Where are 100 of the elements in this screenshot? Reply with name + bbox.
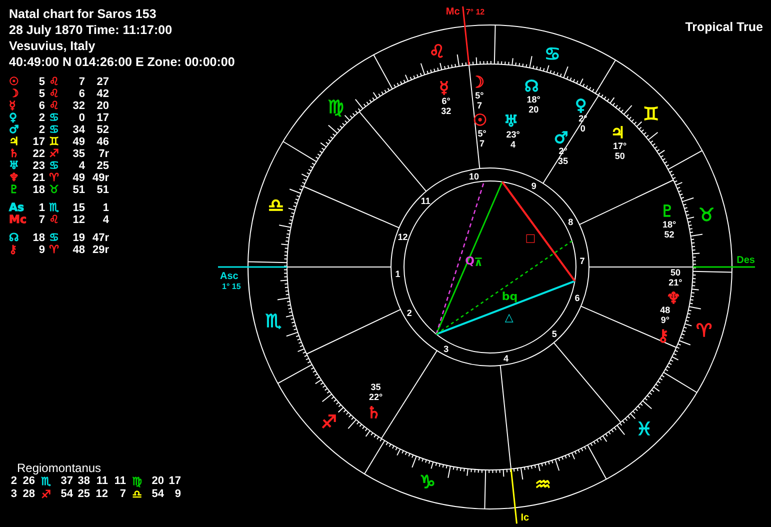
minute-value: 4 — [78, 160, 85, 172]
body-symbol: ♅ — [9, 160, 20, 172]
zodiac-sign: ♑ — [420, 472, 436, 494]
body-symbol: Mc — [9, 214, 25, 226]
angle-label: Ic — [520, 512, 530, 524]
angle-label: Mc — [446, 6, 460, 18]
house-system-title: Regiomontanus — [17, 461, 102, 475]
degree-value: 9 — [38, 244, 45, 256]
minute-label: 35 — [370, 382, 381, 392]
minute-value: 12 — [72, 214, 85, 226]
sign-symbol: ♋ — [48, 112, 60, 124]
minute-value: 32 — [72, 100, 85, 112]
sign-symbol: ♏ — [48, 202, 60, 214]
minute-label: 20 — [528, 104, 539, 115]
body-symbol: ♀ — [9, 112, 18, 124]
body-symbol: ☉ — [9, 76, 20, 88]
second-value: 42 — [96, 88, 109, 100]
minute-value: 51 — [72, 184, 85, 196]
minute-value: 54 — [150, 488, 164, 501]
aspect-symbol: □ — [525, 231, 536, 244]
sign-symbol: ♉ — [48, 184, 60, 196]
house-number: 1 — [395, 268, 400, 279]
second-value: 4 — [102, 214, 109, 226]
planet-symbol: ♄ — [366, 403, 381, 422]
zodiac-sign: ♋ — [544, 44, 560, 65]
house-number: 9 — [531, 181, 536, 192]
planet-symbol: ☊ — [524, 76, 539, 96]
degree-value: 17 — [32, 136, 45, 148]
minute-value: 0 — [78, 112, 85, 124]
body-symbol: ♄ — [9, 148, 20, 160]
second-value: 20 — [96, 100, 109, 112]
planet-symbol: ♂ — [554, 128, 568, 148]
minute-label: 4 — [510, 140, 516, 150]
house-number: 11 — [95, 475, 108, 488]
zodiac-sign: ♍ — [328, 96, 344, 118]
house-number: 2 — [406, 308, 412, 318]
degree-value: 18 — [32, 232, 45, 244]
sign-symbol: ♌ — [48, 76, 60, 88]
body-symbol: ♂ — [9, 124, 20, 136]
sign-symbol: ♌ — [48, 88, 60, 100]
zodiac-sign: ♌ — [428, 41, 446, 62]
degree-value: 7 — [38, 214, 45, 226]
second-value: 9 — [174, 488, 181, 501]
house-number: 4 — [503, 354, 508, 364]
degree-value: 28 — [22, 488, 35, 501]
planet-symbol: ☿ — [439, 78, 449, 97]
degree-label: 23° — [506, 130, 520, 140]
sign-symbol: ♋ — [48, 160, 60, 172]
minute-value: 35 — [72, 148, 85, 160]
house-number: 8 — [568, 217, 574, 228]
second-value: 17 — [168, 475, 181, 488]
degree-value: 11 — [113, 475, 126, 488]
angle-degree: 7° 12 — [466, 7, 485, 16]
sign-symbol: ♍ — [131, 475, 143, 488]
sign-symbol: ♌ — [48, 100, 60, 112]
degree-value: 23 — [32, 160, 45, 172]
chart-info-line: Vesuvius, Italy — [9, 38, 96, 54]
degree-value: 22 — [32, 148, 45, 160]
minute-label: 7 — [476, 100, 482, 110]
house-number: 12 — [398, 232, 408, 242]
zodiac-sign: ♐ — [320, 412, 337, 434]
second-value: 47r — [91, 232, 109, 244]
sign-symbol: ♋ — [48, 232, 60, 244]
minute-value: 49 — [72, 136, 85, 148]
planet-symbol: ♅ — [504, 112, 518, 130]
degree-value: 26 — [22, 475, 35, 488]
second-value: 1 — [102, 202, 109, 214]
degree-value: 6 — [38, 100, 45, 112]
degree-label: 5° — [475, 90, 484, 100]
sign-symbol: ♊ — [48, 136, 60, 148]
house-number: 3 — [10, 488, 17, 501]
body-symbol: ♆ — [9, 172, 20, 184]
second-value: 52 — [96, 124, 109, 136]
zodiac-sign: ♒ — [534, 474, 552, 496]
degree-value: 5 — [38, 88, 45, 100]
house-number: 7 — [580, 256, 585, 266]
sign-symbol: ♋ — [48, 124, 60, 136]
minute-value: 48 — [72, 244, 85, 256]
degree-label: 17° — [613, 140, 627, 151]
zodiac-sign: ♈ — [696, 320, 712, 342]
chart-info-line: 28 July 1870 Time: 11:17:00 — [9, 22, 172, 38]
second-value: 29r — [91, 244, 109, 256]
minute-label: 0 — [580, 124, 586, 134]
degree-value: 2 — [38, 112, 45, 124]
degree-value: 21 — [32, 172, 45, 184]
second-value: 25 — [76, 488, 90, 501]
body-symbol: ♇ — [9, 184, 20, 196]
body-symbol: ♃ — [9, 136, 20, 148]
degree-label: 18° — [662, 220, 676, 230]
body-symbol: ☽ — [9, 88, 20, 100]
degree-value: 1 — [38, 202, 45, 214]
minute-label: 50 — [670, 267, 680, 278]
chart-info-line: 40:49:00 N 014:26:00 E Zone: 00:00:00 — [9, 54, 235, 70]
minute-value: 37 — [60, 475, 73, 488]
angle-degree: 1° 15 — [222, 282, 241, 291]
planet-symbol: ☽ — [470, 72, 485, 92]
angle-line — [693, 266, 755, 268]
minute-value: 6 — [78, 88, 85, 100]
minute-label: 35 — [558, 156, 568, 166]
degree-label: 6° — [442, 96, 450, 106]
